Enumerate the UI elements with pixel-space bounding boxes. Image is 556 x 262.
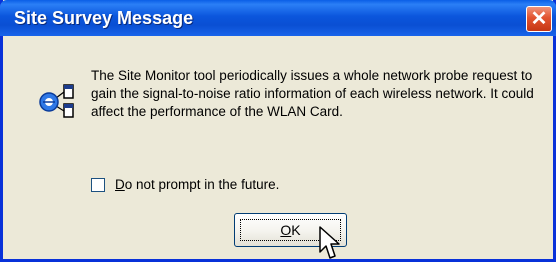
do-not-prompt-label[interactable]: Do not prompt in the future. [115, 177, 279, 192]
message-text: The Site Monitor tool periodically issue… [91, 68, 534, 119]
do-not-prompt-label-rest: o not prompt in the future. [124, 177, 280, 192]
ok-mnemonic: O [280, 222, 292, 238]
do-not-prompt-mnemonic: D [115, 177, 125, 192]
close-icon: ✕ [530, 8, 548, 30]
ok-label-rest: K [291, 222, 301, 238]
network-probe-icon [39, 84, 74, 118]
title-bar[interactable]: Site Survey Message ✕ [0, 0, 556, 36]
dialog-window: Site Survey Message ✕ The Site Monitor t… [0, 0, 556, 262]
dialog-title: Site Survey Message [14, 8, 194, 28]
mouse-pointer-icon [319, 226, 340, 259]
close-button[interactable]: ✕ [526, 6, 552, 32]
do-not-prompt-checkbox[interactable] [91, 178, 105, 192]
